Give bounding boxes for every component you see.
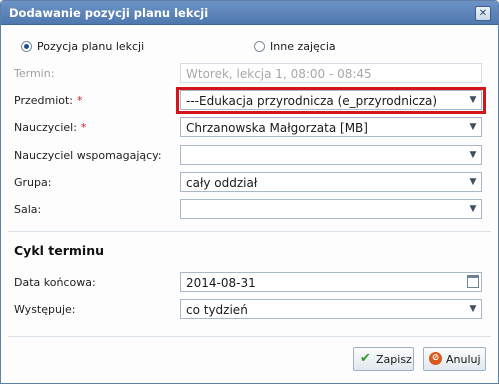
row-nauczyciel-wspomagajacy: Nauczyciel wspomagający: ▼	[1, 145, 498, 167]
grupa-select[interactable]: cały oddział ▼	[180, 172, 482, 192]
cancel-icon: ⊘	[429, 352, 442, 365]
termin-value: Wtorek, lekcja 1, 08:00 - 08:45	[186, 67, 372, 81]
chevron-down-icon[interactable]: ▼	[465, 118, 481, 136]
dialog-title: Dodawanie pozycji planu lekcji	[9, 6, 209, 20]
close-button[interactable]: ✕	[475, 6, 491, 21]
data-koncowa-input[interactable]: 2014-08-31	[180, 272, 482, 292]
required-mark: *	[80, 121, 87, 134]
chevron-down-icon[interactable]: ▼	[465, 146, 481, 164]
nauczyciel-label-text: Nauczyciel:	[14, 121, 77, 134]
sala-label: Sala:	[14, 203, 42, 216]
data-koncowa-label: Data końcowa:	[14, 276, 96, 289]
sala-select[interactable]: ▼	[180, 199, 482, 219]
highlight-box	[176, 87, 486, 114]
chevron-down-icon[interactable]: ▼	[465, 200, 481, 218]
row-termin: Termin: Wtorek, lekcja 1, 08:00 - 08:45	[1, 63, 498, 85]
wystepuje-value: co tydzień	[186, 303, 248, 317]
grupa-value: cały oddział	[186, 176, 258, 190]
termin-label: Termin:	[14, 67, 55, 80]
dialog-titlebar[interactable]: Dodawanie pozycji planu lekcji ✕	[1, 1, 498, 25]
grupa-label: Grupa:	[14, 176, 52, 189]
nauczyciel-wsp-label: Nauczyciel wspomagający:	[14, 149, 162, 162]
cancel-button[interactable]: ⊘ Anuluj	[423, 347, 486, 371]
nauczyciel-value: Chrzanowska Małgorzata [MB]	[186, 121, 368, 135]
chevron-down-icon[interactable]: ▼	[465, 173, 481, 191]
wystepuje-label: Występuje:	[14, 303, 76, 316]
save-button[interactable]: ✔ Zapisz	[353, 347, 414, 371]
nauczyciel-select[interactable]: Chrzanowska Małgorzata [MB] ▼	[180, 117, 482, 137]
dialog-window: Dodawanie pozycji planu lekcji ✕ Pozycja…	[0, 0, 499, 384]
check-icon: ✔	[360, 351, 371, 366]
footer-divider	[8, 336, 491, 337]
row-wystepuje: Występuje: co tydzień ▼	[1, 299, 498, 321]
nauczyciel-label: Nauczyciel: *	[14, 121, 86, 134]
required-mark: *	[77, 94, 83, 107]
row-sala: Sala: ▼	[1, 199, 498, 221]
radio-button-checked[interactable]	[21, 41, 32, 52]
divider	[8, 231, 491, 232]
radio-label-inne: Inne zajęcia	[270, 40, 336, 53]
calendar-icon[interactable]	[467, 275, 479, 288]
termin-field: Wtorek, lekcja 1, 08:00 - 08:45	[180, 63, 482, 83]
nauczyciel-wsp-select[interactable]: ▼	[180, 145, 482, 165]
wystepuje-select[interactable]: co tydzień ▼	[180, 299, 482, 319]
przedmiot-label-text: Przedmiot:	[14, 94, 74, 107]
section-title-cykl: Cykl terminu	[14, 243, 104, 258]
row-data-koncowa: Data końcowa: 2014-08-31	[1, 272, 498, 294]
row-grupa: Grupa: cały oddział ▼	[1, 172, 498, 194]
chevron-down-icon[interactable]: ▼	[465, 300, 481, 318]
radio-button[interactable]	[254, 41, 265, 52]
cancel-button-label: Anuluj	[446, 353, 481, 366]
przedmiot-label: Przedmiot: *	[14, 94, 83, 107]
data-koncowa-value: 2014-08-31	[186, 276, 256, 290]
save-button-label: Zapisz	[376, 353, 412, 366]
radio-label-pozycja: Pozycja planu lekcji	[37, 40, 145, 53]
close-icon: ✕	[478, 8, 488, 19]
row-nauczyciel: Nauczyciel: * Chrzanowska Małgorzata [MB]…	[1, 117, 498, 139]
